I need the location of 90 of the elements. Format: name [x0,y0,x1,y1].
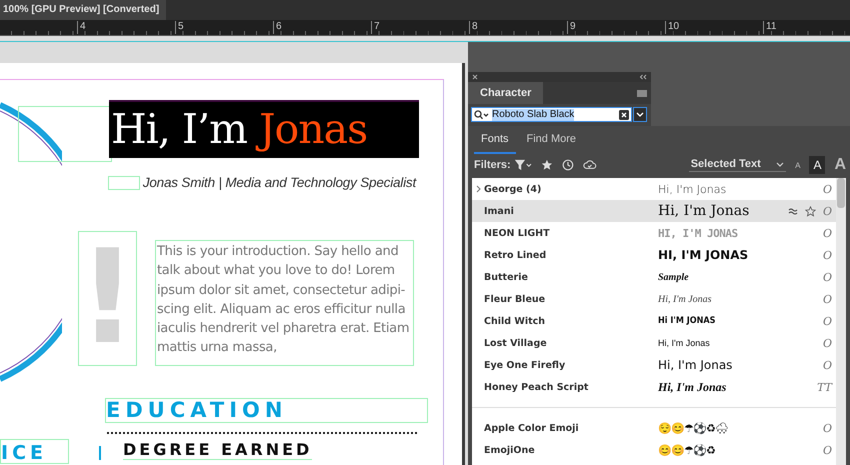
item-title: DEGREE EARNED [123,440,312,460]
font-type-mark: O [822,314,832,328]
font-row[interactable]: Honey Peach Script Hi, I'm Jonas TT [472,376,836,398]
star-icon[interactable] [804,206,816,216]
font-sample: HI, I'M JONAS [658,226,739,240]
caret-icon [776,162,784,166]
font-name: Butterie [484,272,529,282]
font-name: Lost Village [484,338,548,348]
font-type-mark: O [822,248,832,262]
document-tab[interactable]: 100% [GPU Preview] [Converted] [0,0,166,20]
intro-paragraph: This is your introduction. Say hello and talk about what you love to do! Lorem ipsum dolor sit amet, consectetur adipi-scing elit. Aliquam ac eros efficitur nulla iaculis hendrerit vel pharetra erat. Etiam mattis urna massa, [155,240,414,366]
scrollbar-thumb[interactable] [837,178,845,208]
filters-label: Filters: [474,159,511,171]
sample-size-button[interactable]: A [791,156,804,174]
clock-icon[interactable] [562,158,574,172]
font-row[interactable]: Child Witch Hi I'M JONAS O [472,310,836,332]
ruler-label: 5 [175,21,184,34]
font-name: Honey Peach Script [484,382,590,392]
font-sample: Hi, I'm Jonas [658,338,711,348]
cloud-icon[interactable] [583,158,597,172]
collapse-icon[interactable] [639,74,647,80]
font-name: EmojiOne [484,444,536,456]
sample-size-button[interactable]: A [830,156,850,174]
filter-icon[interactable] [514,158,532,172]
font-name: Apple Color Emoji [484,422,580,434]
font-type-mark: O [822,444,832,456]
font-sample: 😌😊☂⚽♻🌨 [658,422,729,434]
section-title: ICE [0,439,69,464]
font-type-mark: O [822,182,832,196]
ruler-label: 10 [665,21,680,34]
font-sample: Hi, I'm Jonas [658,294,713,304]
font-type-mark: O [822,422,832,434]
ruler-label: 8 [469,21,478,34]
font-row[interactable]: NEON LIGHT HI, I'M JONAS O [472,222,836,244]
search-icon [474,110,490,120]
clear-icon[interactable] [619,110,629,120]
font-type-mark: O [822,270,832,284]
font-row[interactable]: Eye One Firefly Hi, I'm Jonas O [472,354,836,376]
font-type-mark: O [822,292,832,306]
font-row[interactable]: Imani Hi, I'm Jonas O [472,200,836,222]
font-name: NEON LIGHT [484,228,551,238]
font-name: Retro Lined [484,250,548,260]
preview-dropdown[interactable]: Selected Text [688,158,786,172]
close-icon[interactable] [472,74,478,80]
font-sample: Hi, I'm Jonas [658,380,728,394]
exclamation-mark: ! [78,232,138,365]
dropdown-button[interactable] [633,107,647,122]
font-sample: Hi, I'm Jonas [658,358,734,372]
font-type-mark: O [822,226,832,240]
font-name: George (4) [484,184,542,194]
font-name: Child Witch [484,316,546,326]
tab[interactable]: Fonts [474,128,516,154]
font-name: Imani [484,206,515,216]
font-sample: Hi, I'm Jonas [658,203,750,219]
ruler-label: 11 [763,21,776,34]
font-type-mark: O [822,358,832,372]
font-row[interactable]: Lost Village Hi, I'm Jonas O [472,332,836,354]
font-sample: HI, I'M JONAS [658,248,750,262]
font-row[interactable]: Apple Color Emoji 😌😊☂⚽♻🌨 O [472,417,836,439]
font-sample: Hi, I'm Jonas [658,182,728,196]
font-name: Eye One Firefly [484,360,566,370]
panel-tab[interactable]: Character [468,82,544,104]
font-row[interactable]: George (4) Hi, I'm Jonas O [472,178,836,200]
text-frame-guide [108,176,140,190]
font-row[interactable]: Fleur Bleue Hi, I'm Jonas O [472,288,836,310]
ruler-label: 7 [371,21,380,34]
font-row[interactable]: Butterie Sample O [472,266,836,288]
section-title: EDUCATION [105,398,428,423]
expand-icon[interactable] [476,185,480,193]
star-icon[interactable] [541,158,554,172]
font-row[interactable]: Retro Lined HI, I'M JONAS O [472,244,836,266]
ruler-label: 4 [77,21,86,34]
sample-size-button[interactable]: A [809,156,826,174]
subtitle-text: Jonas Smith | Media and Technology Specialist [142,175,416,190]
similar-icon[interactable] [788,207,798,215]
menu-icon[interactable] [637,90,647,96]
ruler-label: 6 [273,21,282,34]
font-type-mark: O [822,204,832,218]
heading-text: Hi, I’m Jonas [109,100,419,158]
caret-icon [636,112,644,117]
ruler-label: 9 [567,21,576,34]
tab[interactable]: Find More [520,128,584,152]
font-type-mark: O [822,336,832,350]
font-sample: Hi I'M JONAS [658,316,716,326]
font-type-mark: TT [817,380,832,394]
font-row[interactable]: EmojiOne 😊😊☂⚽♻ O [472,439,836,461]
font-name: Fleur Bleue [484,294,546,304]
font-search-field[interactable]: Roboto Slab Black [471,107,632,122]
font-sample: Sample [658,272,690,282]
font-sample: 😊😊☂⚽♻ [658,444,716,456]
